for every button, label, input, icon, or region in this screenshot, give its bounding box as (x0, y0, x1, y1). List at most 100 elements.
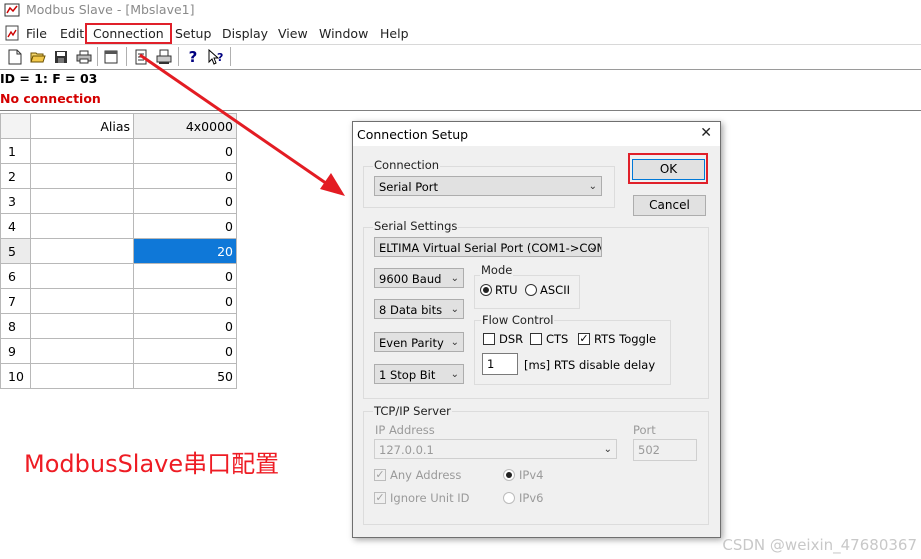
toolbar-separator (230, 47, 231, 66)
menu-connection[interactable]: Connection (85, 23, 172, 44)
alias-cell[interactable] (30, 213, 134, 239)
alias-cell[interactable] (30, 238, 134, 264)
rts-toggle-label: RTS Toggle (594, 332, 657, 346)
alias-cell[interactable] (30, 288, 134, 314)
dsr-checkbox[interactable] (483, 333, 495, 345)
table-row[interactable]: 40 (0, 213, 237, 239)
ignore-unit-id-checkbox[interactable]: ✓ (374, 492, 386, 504)
chevron-down-icon: ⌄ (450, 273, 459, 284)
table-row[interactable]: 30 (0, 188, 237, 214)
row-number[interactable]: 5 (0, 238, 31, 264)
open-icon[interactable] (29, 48, 47, 66)
register-grid[interactable]: Alias 4x0000 1 0 2 0 3 0 4 0 5 20 6 0 7 0 8 0 9 0 10 50 (0, 113, 237, 389)
svg-text:?: ? (217, 51, 223, 64)
register-value-cell[interactable]: 50 (133, 363, 237, 389)
ipv4-radio[interactable] (503, 469, 515, 481)
register-value-cell[interactable]: 0 (133, 213, 237, 239)
alias-cell[interactable] (30, 363, 134, 389)
menu-display[interactable]: Display (222, 26, 268, 41)
menu-window[interactable]: Window (319, 26, 368, 41)
menu-edit[interactable]: Edit (60, 26, 84, 41)
window-icon[interactable] (102, 48, 120, 66)
register-value-cell[interactable]: 0 (133, 163, 237, 189)
any-address-checkbox[interactable]: ✓ (374, 469, 386, 481)
flow-control-label: Flow Control (481, 313, 555, 327)
help-icon[interactable]: ? (184, 48, 202, 66)
alias-cell[interactable] (30, 138, 134, 164)
baud-rate-select[interactable]: 9600 Baud ⌄ (374, 268, 464, 288)
dialog-title-bar: Connection Setup ✕ (353, 122, 720, 146)
data-bits-select[interactable]: 8 Data bits ⌄ (374, 299, 464, 319)
context-help-icon[interactable]: ? (207, 48, 225, 66)
address-column-header[interactable]: 4x0000 (133, 113, 237, 139)
register-value-cell[interactable]: 20 (133, 238, 237, 264)
parity-value: Even Parity (379, 336, 444, 350)
alias-column-header[interactable]: Alias (30, 113, 134, 139)
ip-address-select[interactable]: 127.0.0.1 ⌄ (374, 439, 617, 459)
alias-cell[interactable] (30, 163, 134, 189)
data-bits-value: 8 Data bits (379, 303, 443, 317)
rtu-label: RTU (495, 283, 518, 297)
new-icon[interactable] (6, 48, 24, 66)
table-row[interactable]: 5 20 (0, 238, 237, 264)
ip-address-label: IP Address (375, 423, 435, 437)
menu-help[interactable]: Help (380, 26, 409, 41)
row-number[interactable]: 2 (0, 163, 31, 189)
row-number[interactable]: 6 (0, 263, 31, 289)
register-value-cell[interactable]: 0 (133, 313, 237, 339)
port-input[interactable]: 502 (633, 439, 697, 461)
register-value-cell[interactable]: 0 (133, 188, 237, 214)
table-row[interactable]: 80 (0, 313, 237, 339)
register-icon[interactable] (132, 48, 150, 66)
menu-file[interactable]: File (26, 26, 47, 41)
rts-toggle-checkbox[interactable]: ✓ (578, 333, 590, 345)
title-bar: Modbus Slave - [Mbslave1] (0, 0, 921, 20)
alias-cell[interactable] (30, 188, 134, 214)
window-title: Modbus Slave - [Mbslave1] (26, 2, 195, 17)
register-value-cell[interactable]: 0 (133, 288, 237, 314)
serial-port-select[interactable]: ELTIMA Virtual Serial Port (COM1->COM2) … (374, 237, 602, 257)
printer-icon[interactable] (155, 48, 173, 66)
document-icon[interactable] (4, 25, 20, 41)
row-number[interactable]: 7 (0, 288, 31, 314)
ipv6-radio[interactable] (503, 492, 515, 504)
connection-type-select[interactable]: Serial Port ⌄ (374, 176, 602, 196)
print-icon[interactable] (75, 48, 93, 66)
row-number[interactable]: 8 (0, 313, 31, 339)
alias-cell[interactable] (30, 338, 134, 364)
table-row[interactable]: 10 50 (0, 363, 237, 389)
any-address-label: Any Address (390, 468, 462, 482)
row-number[interactable]: 9 (0, 338, 31, 364)
close-icon[interactable]: ✕ (700, 125, 712, 141)
stop-bit-select[interactable]: 1 Stop Bit ⌄ (374, 364, 464, 384)
table-row[interactable]: 20 (0, 163, 237, 189)
table-row[interactable]: 60 (0, 263, 237, 289)
cancel-button[interactable]: Cancel (633, 195, 706, 216)
table-row[interactable]: 90 (0, 338, 237, 364)
tcp-ip-label: TCP/IP Server (373, 404, 452, 418)
menu-view[interactable]: View (278, 26, 308, 41)
register-value-cell[interactable]: 0 (133, 138, 237, 164)
watermark: CSDN @weixin_47680367 (722, 536, 917, 554)
cts-label: CTS (546, 332, 569, 346)
alias-cell[interactable] (30, 263, 134, 289)
row-number[interactable]: 10 (0, 363, 31, 389)
register-value-cell[interactable]: 0 (133, 338, 237, 364)
ascii-radio[interactable] (525, 284, 537, 296)
row-number[interactable]: 4 (0, 213, 31, 239)
save-icon[interactable] (52, 48, 70, 66)
serial-port-value: ELTIMA Virtual Serial Port (COM1->COM2) (379, 241, 602, 255)
menu-setup[interactable]: Setup (175, 26, 211, 41)
rtu-radio[interactable] (480, 284, 492, 296)
grid-header-row: Alias 4x0000 (0, 113, 237, 139)
cts-checkbox[interactable] (530, 333, 542, 345)
table-row[interactable]: 10 (0, 138, 237, 164)
connection-type-value: Serial Port (379, 180, 438, 194)
row-number[interactable]: 3 (0, 188, 31, 214)
table-row[interactable]: 70 (0, 288, 237, 314)
parity-select[interactable]: Even Parity ⌄ (374, 332, 464, 352)
alias-cell[interactable] (30, 313, 134, 339)
register-value-cell[interactable]: 0 (133, 263, 237, 289)
row-number[interactable]: 1 (0, 138, 31, 164)
rts-delay-input[interactable]: 1 (482, 353, 518, 375)
